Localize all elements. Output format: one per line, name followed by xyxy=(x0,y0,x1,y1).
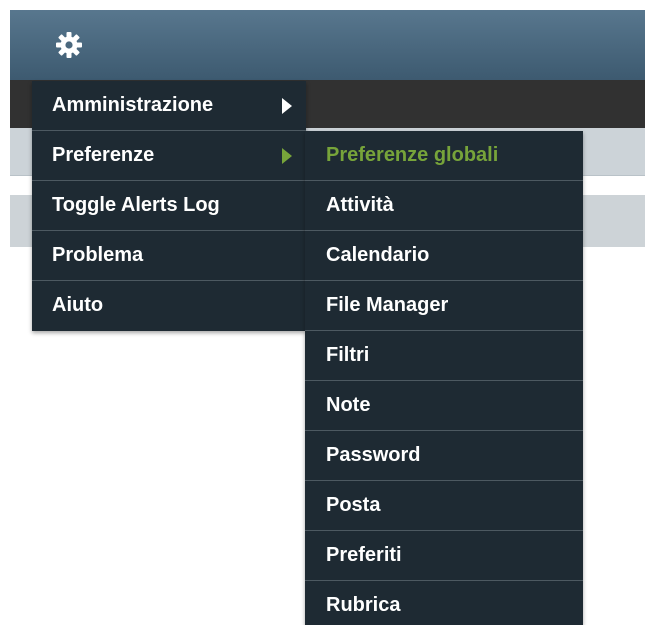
submenu-item-label: Attività xyxy=(326,194,394,216)
submenu-item-preferiti[interactable]: Preferiti xyxy=(305,531,583,581)
submenu-item-label: Filtri xyxy=(326,344,370,366)
submenu-item-filtri[interactable]: Filtri xyxy=(305,331,583,381)
submenu-item-label: Preferiti xyxy=(326,544,402,566)
submenu-arrow-icon xyxy=(282,148,292,164)
menu-item-preferenze[interactable]: Preferenze xyxy=(32,131,306,181)
submenu-item-label: Posta xyxy=(326,494,381,516)
submenu-item-label: Password xyxy=(326,444,421,466)
submenu-item-label: File Manager xyxy=(326,294,449,316)
submenu-item-rubrica[interactable]: Rubrica xyxy=(305,581,583,625)
submenu-item-file-manager[interactable]: File Manager xyxy=(305,281,583,331)
menu-item-label: Problema xyxy=(52,244,144,266)
menu-item-aiuto[interactable]: Aiuto xyxy=(32,281,306,331)
submenu-item-label: Calendario xyxy=(326,244,430,266)
submenu-item-attivita[interactable]: Attività xyxy=(305,181,583,231)
submenu-arrow-icon xyxy=(282,98,292,114)
submenu-item-label: Note xyxy=(326,394,371,416)
gear-icon[interactable] xyxy=(56,32,82,58)
menu-item-amministrazione[interactable]: Amministrazione xyxy=(32,81,306,131)
submenu-item-preferenze-globali[interactable]: Preferenze globali xyxy=(305,131,583,181)
menu-item-label: Toggle Alerts Log xyxy=(52,194,220,216)
submenu-item-note[interactable]: Note xyxy=(305,381,583,431)
submenu-item-calendario[interactable]: Calendario xyxy=(305,231,583,281)
menu-item-problema[interactable]: Problema xyxy=(32,231,306,281)
menu-item-label: Aiuto xyxy=(52,294,104,316)
submenu-item-label: Rubrica xyxy=(326,594,401,616)
settings-menu: Amministrazione Preferenze Toggle Alerts… xyxy=(32,81,306,331)
top-toolbar xyxy=(10,10,645,80)
submenu-item-password[interactable]: Password xyxy=(305,431,583,481)
preferenze-submenu: Preferenze globali Attività Calendario F… xyxy=(305,131,583,625)
submenu-item-label: Preferenze globali xyxy=(326,144,499,166)
menu-item-label: Amministrazione xyxy=(52,94,214,116)
menu-item-toggle-alerts-log[interactable]: Toggle Alerts Log xyxy=(32,181,306,231)
menu-item-label: Preferenze xyxy=(52,144,155,166)
submenu-item-posta[interactable]: Posta xyxy=(305,481,583,531)
